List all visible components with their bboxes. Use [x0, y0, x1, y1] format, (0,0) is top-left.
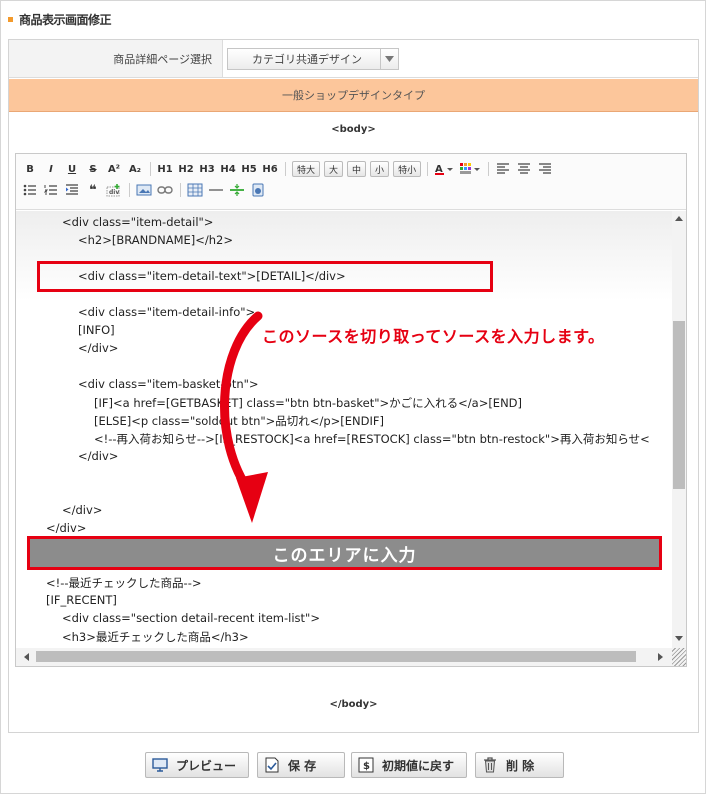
delete-button[interactable]: 削 除	[475, 752, 564, 778]
font-color-icon[interactable]: A	[434, 161, 454, 177]
horizontal-rule-icon[interactable]	[208, 182, 224, 198]
code-line: </div>	[78, 341, 119, 355]
source-editor[interactable]: B I U S A² A₂ H1 H2 H3 H4 H5 H6 特大 大 中 小…	[15, 153, 687, 667]
superscript-button[interactable]: A²	[106, 161, 122, 177]
code-line: <h2>[BRANDNAME]</h2>	[78, 233, 233, 247]
size-l-button[interactable]: 大	[324, 161, 344, 177]
action-buttons: プレビュー 保 存 $ 初期値に戻す 削 除	[0, 752, 706, 778]
save-button[interactable]: 保 存	[257, 752, 345, 778]
instruction-note: このソースを切り取ってソースを入力します。	[262, 327, 605, 346]
body-close-tag: </body>	[329, 699, 378, 710]
link-icon[interactable]	[157, 182, 173, 198]
hscroll-thumb[interactable]	[36, 651, 636, 662]
h4-button[interactable]: H4	[220, 161, 236, 177]
code-line: </div>	[62, 503, 103, 517]
align-right-icon[interactable]	[537, 161, 553, 177]
image-icon[interactable]	[136, 182, 152, 198]
svg-text:div: div	[109, 189, 119, 196]
toolbar-divider	[285, 162, 286, 176]
code-line: <div class="item-basket-btn">	[78, 377, 259, 391]
size-m-button[interactable]: 中	[347, 161, 367, 177]
svg-text:$: $	[363, 761, 370, 772]
toolbar-row-2: ❝ div	[22, 181, 271, 199]
page-select-row: 商品詳細ページ選択 カテゴリ共通デザイン	[9, 40, 698, 78]
toolbar-divider	[427, 162, 429, 176]
trash-icon	[482, 757, 498, 773]
subscript-button[interactable]: A₂	[127, 161, 143, 177]
media-icon[interactable]	[250, 182, 266, 198]
code-line: <!--再入荷お知らせ-->[IF_RESTOCK]<a href=[RESTO…	[94, 432, 650, 446]
scroll-thumb[interactable]	[673, 321, 685, 489]
reset-button[interactable]: $ 初期値に戻す	[351, 752, 467, 778]
chevron-down-icon[interactable]	[380, 49, 398, 69]
resize-grip-icon[interactable]	[672, 648, 686, 666]
toolbar-row-1: B I U S A² A₂ H1 H2 H3 H4 H5 H6 特大 大 中 小…	[22, 160, 558, 178]
preview-button[interactable]: プレビュー	[145, 752, 249, 778]
toolbar-divider	[180, 183, 181, 197]
h1-button[interactable]: H1	[157, 161, 173, 177]
bullet-icon	[8, 16, 13, 22]
delete-label: 削 除	[506, 758, 535, 773]
code-line: [IF_RECENT]	[46, 593, 117, 607]
design-type-bar: 一般ショップデザインタイプ	[9, 79, 698, 112]
code-line: [ELSE]<p class="soldout btn">品切れ</p>[END…	[94, 414, 384, 428]
quote-icon[interactable]: ❝	[85, 182, 101, 198]
scroll-left-icon[interactable]	[24, 653, 29, 661]
design-panel: 商品詳細ページ選択 カテゴリ共通デザイン 一般ショップデザインタイプ <body…	[8, 39, 699, 733]
input-area-label: このエリアに入力	[27, 536, 662, 570]
bg-color-icon[interactable]	[459, 161, 481, 177]
toolbar-divider	[129, 183, 130, 197]
page-select-value: カテゴリ共通デザイン	[252, 53, 362, 66]
monitor-icon	[152, 757, 168, 773]
size-xs-button[interactable]: 特小	[393, 161, 422, 177]
save-label: 保 存	[288, 758, 317, 773]
code-line: <div class="item-detail">	[62, 215, 214, 229]
editor-toolbar: B I U S A² A₂ H1 H2 H3 H4 H5 H6 特大 大 中 小…	[16, 154, 686, 210]
code-line: <!--最近チェックした商品-->	[46, 576, 202, 590]
code-line: <div class="section detail-recent item-l…	[62, 611, 320, 625]
scroll-down-icon[interactable]	[675, 636, 683, 641]
section-header: 商品表示画面修正	[8, 10, 112, 28]
code-line: </div>	[78, 449, 119, 463]
align-left-icon[interactable]	[495, 161, 511, 177]
strike-button[interactable]: S	[85, 161, 101, 177]
align-center-icon[interactable]	[516, 161, 532, 177]
horizontal-scrollbar[interactable]	[16, 648, 672, 666]
toolbar-divider	[150, 162, 151, 176]
italic-button[interactable]: I	[43, 161, 59, 177]
insert-div-icon[interactable]: div	[106, 182, 122, 198]
bold-button[interactable]: B	[22, 161, 38, 177]
scroll-up-icon[interactable]	[675, 216, 683, 221]
reset-label: 初期値に戻す	[382, 758, 455, 773]
toolbar-divider	[488, 162, 490, 176]
numbered-list-icon[interactable]	[43, 182, 59, 198]
h5-button[interactable]: H5	[241, 161, 257, 177]
code-line: <div class="item-detail-info">	[78, 305, 256, 319]
size-s-button[interactable]: 小	[370, 161, 390, 177]
vertical-scrollbar[interactable]	[672, 211, 686, 648]
code-line: <h3>最近チェックした商品</h3>	[62, 630, 249, 644]
section-title: 商品表示画面修正	[19, 12, 112, 27]
underline-button[interactable]: U	[64, 161, 80, 177]
size-xl-button[interactable]: 特大	[292, 161, 321, 177]
page-select-label: 商品詳細ページ選択	[9, 40, 223, 77]
page-select-dropdown[interactable]: カテゴリ共通デザイン	[227, 48, 399, 70]
indent-icon[interactable]	[64, 182, 80, 198]
page-break-icon[interactable]	[229, 182, 245, 198]
preview-label: プレビュー	[176, 758, 237, 773]
bullet-list-icon[interactable]	[22, 182, 38, 198]
h3-button[interactable]: H3	[199, 161, 215, 177]
code-line: [INFO]	[78, 323, 115, 337]
highlight-box	[37, 261, 493, 292]
code-line: </div>	[46, 521, 87, 535]
scroll-right-icon[interactable]	[658, 653, 663, 661]
table-icon[interactable]	[187, 182, 203, 198]
h6-button[interactable]: H6	[262, 161, 278, 177]
save-icon	[264, 757, 280, 773]
h2-button[interactable]: H2	[178, 161, 194, 177]
reset-icon: $	[358, 757, 374, 773]
code-line: [IF]<a href=[GETBASKET] class="btn btn-b…	[94, 396, 523, 410]
body-open-tag: <body>	[331, 124, 376, 135]
